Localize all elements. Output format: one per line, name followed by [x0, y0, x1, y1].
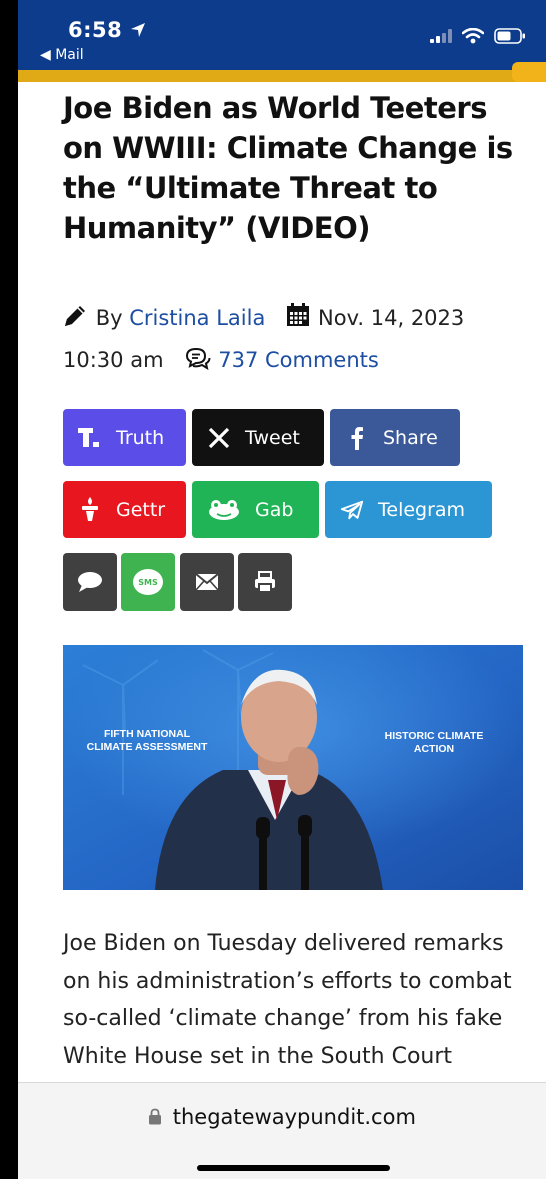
- facebook-icon: [345, 426, 369, 450]
- site-header-strip: [18, 70, 546, 82]
- meta-line-2: 10:30 am 737 Comments: [63, 339, 533, 381]
- gettr-button[interactable]: Gettr: [63, 481, 186, 538]
- status-bar: 6:58 ◀ Mail: [18, 0, 546, 70]
- browser-bottom-bar: thegatewaypundit.com: [18, 1082, 546, 1179]
- x-logo-icon: [207, 427, 231, 449]
- article-title: Joe Biden as World Teeters on WWIII: Cli…: [63, 91, 513, 245]
- truth-social-icon: [78, 427, 102, 449]
- publish-time: 10:30 am: [63, 348, 164, 372]
- location-arrow-icon: [131, 23, 146, 37]
- signal-icon: [430, 29, 452, 43]
- battery-icon: [494, 28, 525, 44]
- print-button[interactable]: [238, 553, 292, 611]
- comment-share-button[interactable]: [63, 553, 117, 611]
- facebook-share-button[interactable]: Share: [330, 409, 460, 466]
- search-icon[interactable]: [512, 62, 546, 82]
- calendar-icon: [287, 303, 310, 326]
- printer-icon: [255, 571, 275, 593]
- back-to-mail-link[interactable]: ◀ Mail: [40, 47, 84, 63]
- article-photo: FIFTH NATIONAL CLIMATE ASSESSMENT HISTOR…: [63, 645, 523, 890]
- screen: 6:58 ◀ Mail Joe Biden as World Teeters o…: [18, 0, 546, 1179]
- gab-frog-icon: [207, 499, 241, 521]
- tweet-button[interactable]: Tweet: [192, 409, 324, 466]
- address-bar[interactable]: thegatewaypundit.com: [18, 1105, 546, 1129]
- wifi-icon: [462, 28, 484, 44]
- comments-link[interactable]: 737 Comments: [218, 348, 379, 372]
- article-meta: By Cristina Laila Nov. 14, 2023 10:30 am: [63, 297, 533, 381]
- photo-caption-right-1: HISTORIC CLIMATE: [385, 730, 484, 742]
- author-link[interactable]: Cristina Laila: [129, 306, 265, 330]
- home-indicator[interactable]: [197, 1165, 390, 1171]
- status-time: 6:58: [68, 18, 146, 42]
- sms-share-button[interactable]: SMS: [121, 553, 175, 611]
- speech-bubble-icon: [78, 572, 102, 592]
- truth-button[interactable]: Truth: [63, 409, 186, 466]
- meta-line-1: By Cristina Laila Nov. 14, 2023: [63, 297, 533, 339]
- envelope-icon: [195, 573, 219, 591]
- email-share-button[interactable]: [180, 553, 234, 611]
- sms-icon: SMS: [133, 569, 163, 595]
- pencil-icon: [65, 306, 85, 326]
- telegram-button[interactable]: Telegram: [325, 481, 492, 538]
- comments-icon: [185, 347, 211, 370]
- gab-button[interactable]: Gab: [192, 481, 319, 538]
- photo-caption-left-1: FIFTH NATIONAL: [104, 728, 191, 740]
- telegram-icon: [340, 499, 364, 521]
- status-icons: [430, 28, 526, 44]
- photo-caption-right-2: ACTION: [414, 743, 454, 755]
- photo-caption-left-2: CLIMATE ASSESSMENT: [87, 741, 208, 753]
- gettr-icon: [78, 496, 102, 523]
- lock-icon: [149, 1108, 162, 1125]
- publish-date: Nov. 14, 2023: [318, 306, 465, 330]
